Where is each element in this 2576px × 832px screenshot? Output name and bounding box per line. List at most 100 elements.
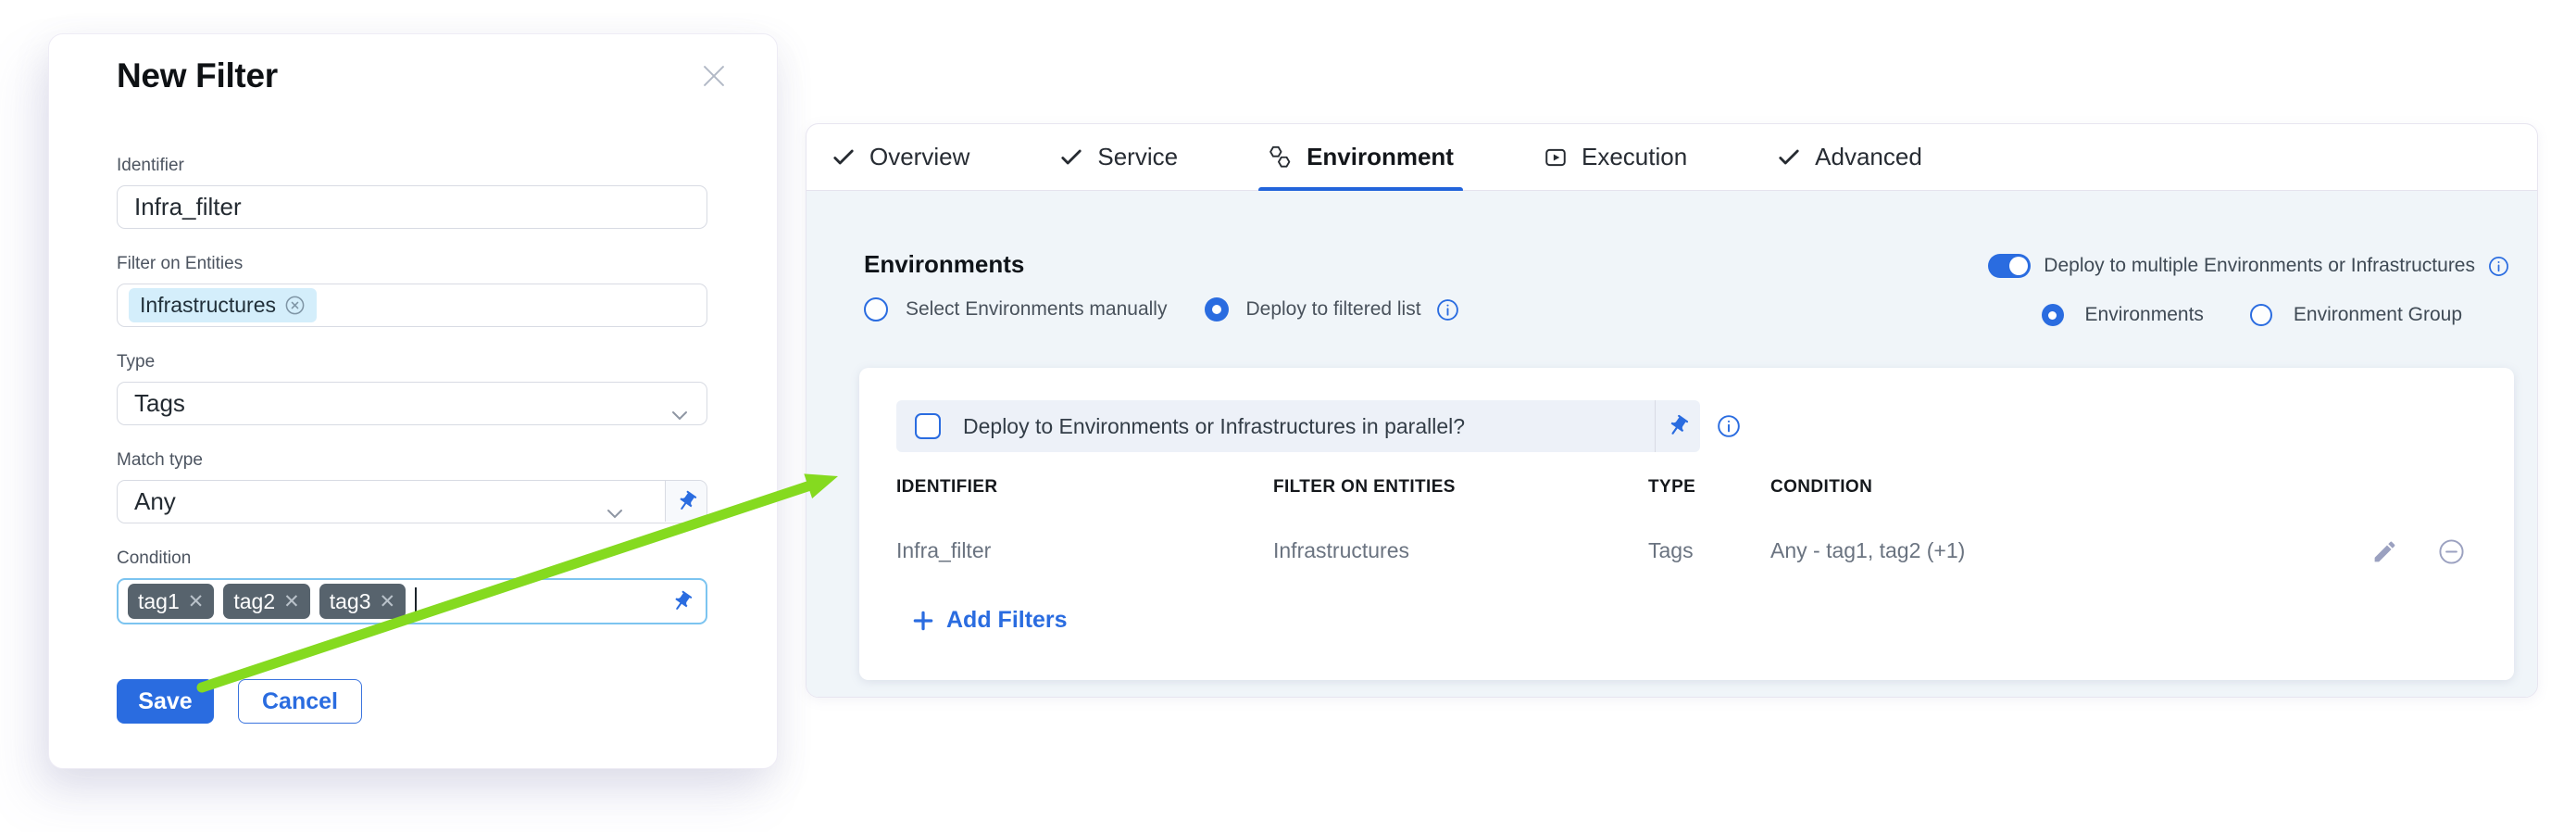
remove-minus-circle-icon[interactable] xyxy=(2438,538,2466,566)
tab-overview[interactable]: Overview xyxy=(832,124,969,191)
chevron-down-icon xyxy=(606,497,623,525)
entities-field-label-row: Filter on Entities xyxy=(117,254,707,274)
target-radio-group: Environments Environment Group xyxy=(2042,304,2462,326)
chevron-down-icon xyxy=(671,398,688,427)
pin-toggle-button[interactable] xyxy=(665,481,707,522)
entities-chip[interactable]: Infrastructures xyxy=(129,288,317,322)
condition-chip[interactable]: tag3 ✕ xyxy=(319,584,406,619)
chip-remove-icon[interactable]: ✕ xyxy=(283,592,300,611)
tab-execution[interactable]: Execution xyxy=(1544,124,1687,191)
dialog-title: New Filter xyxy=(117,57,278,95)
radio-deploy-filtered-list[interactable] xyxy=(1205,297,1229,321)
entities-chip-label: Infrastructures xyxy=(140,293,276,318)
info-icon[interactable] xyxy=(2488,256,2509,277)
multi-deploy-toggle[interactable] xyxy=(1988,254,2031,278)
entities-input[interactable]: Infrastructures xyxy=(117,284,707,327)
toggle-label: Deploy to multiple Environments or Infra… xyxy=(2044,255,2475,277)
identifier-field-label-row: Identifier xyxy=(117,156,707,176)
cell-filter-on-entities: Infrastructures xyxy=(1273,538,1648,563)
condition-field-label-row: Condition xyxy=(117,548,707,569)
pin-toggle-button[interactable] xyxy=(1656,414,1700,438)
radio-select-manually[interactable] xyxy=(864,297,888,321)
type-label: Type xyxy=(117,352,707,372)
radio-label: Select Environments manually xyxy=(906,298,1167,321)
column-header: TYPE xyxy=(1648,477,1770,498)
condition-chip-label: tag1 xyxy=(138,589,180,614)
pin-icon xyxy=(1666,414,1690,438)
tab-label: Environment xyxy=(1307,143,1454,171)
check-icon xyxy=(832,145,856,170)
save-button[interactable]: Save xyxy=(117,679,214,724)
close-icon[interactable] xyxy=(697,60,731,94)
pin-icon xyxy=(675,490,698,513)
type-value: Tags xyxy=(134,389,185,418)
dialog-actions: Save Cancel xyxy=(117,679,362,724)
match-type-field-label-row: Match type xyxy=(117,450,707,471)
plus-icon xyxy=(911,609,935,633)
deploy-mode-radio-group: Select Environments manually Deploy to f… xyxy=(864,297,1459,321)
tab-label: Advanced xyxy=(1815,143,1922,171)
condition-label: Condition xyxy=(117,548,707,569)
column-header: IDENTIFIER xyxy=(896,477,1273,498)
add-filters-button[interactable]: Add Filters xyxy=(911,607,1068,634)
check-icon xyxy=(1777,145,1801,170)
info-icon[interactable] xyxy=(1436,298,1459,321)
type-field-label-row: Type xyxy=(117,352,707,372)
section-heading: Environments xyxy=(864,250,1024,279)
edit-pencil-icon[interactable] xyxy=(2371,538,2399,566)
parallel-checkbox-label: Deploy to Environments or Infrastructure… xyxy=(963,414,1465,439)
table-row: Infra_filter Infrastructures Tags Any - … xyxy=(896,538,2375,563)
tab-label: Service xyxy=(1097,143,1178,171)
check-icon xyxy=(1059,145,1083,170)
pipeline-stage-panel: Overview Service Environment xyxy=(806,123,2538,698)
condition-chip[interactable]: tag1 ✕ xyxy=(128,584,214,619)
cell-condition: Any - tag1, tag2 (+1) xyxy=(1770,538,2375,563)
environment-hexagons-icon xyxy=(1268,145,1293,170)
pin-icon xyxy=(670,590,694,613)
tab-label: Execution xyxy=(1582,143,1687,171)
page: New Filter Identifier Infra_filter Filte… xyxy=(0,0,2576,832)
identifier-input[interactable]: Infra_filter xyxy=(117,185,707,229)
tab-advanced[interactable]: Advanced xyxy=(1777,124,1922,191)
column-header: CONDITION xyxy=(1770,477,2375,498)
new-filter-dialog: New Filter Identifier Infra_filter Filte… xyxy=(48,33,778,769)
radio-label: Deploy to filtered list xyxy=(1245,298,1420,321)
condition-chip-label: tag2 xyxy=(233,589,275,614)
column-header: FILTER ON ENTITIES xyxy=(1273,477,1648,498)
radio-label: Environments xyxy=(2085,304,2204,326)
identifier-label: Identifier xyxy=(117,156,707,176)
execution-play-icon xyxy=(1544,145,1568,170)
parallel-checkbox[interactable] xyxy=(915,413,941,439)
match-type-value: Any xyxy=(134,487,176,516)
tab-environment[interactable]: Environment xyxy=(1268,124,1454,191)
chip-remove-icon[interactable] xyxy=(284,295,306,316)
match-type-select[interactable]: Any xyxy=(117,480,707,523)
cell-type: Tags xyxy=(1648,538,1770,563)
identifier-value: Infra_filter xyxy=(134,193,242,221)
add-filters-label: Add Filters xyxy=(946,607,1068,634)
environment-tab-content: Environments Select Environments manuall… xyxy=(807,191,2537,697)
chip-remove-icon[interactable]: ✕ xyxy=(188,592,205,611)
entities-label: Filter on Entities xyxy=(117,254,707,274)
text-cursor xyxy=(415,587,417,615)
multi-deploy-toggle-row: Deploy to multiple Environments or Infra… xyxy=(1988,254,2509,278)
cell-identifier: Infra_filter xyxy=(896,538,1273,563)
condition-chip[interactable]: tag2 ✕ xyxy=(223,584,309,619)
condition-chip-label: tag3 xyxy=(330,589,371,614)
radio-label: Environment Group xyxy=(2294,304,2462,326)
pin-toggle-button[interactable] xyxy=(670,590,694,620)
radio-environment-group[interactable] xyxy=(2250,304,2272,326)
parallel-checkbox-bar: Deploy to Environments or Infrastructure… xyxy=(896,400,1700,452)
match-type-label: Match type xyxy=(117,450,707,471)
info-icon[interactable] xyxy=(1717,414,1741,438)
radio-environments[interactable] xyxy=(2042,304,2064,326)
chip-remove-icon[interactable]: ✕ xyxy=(380,592,396,611)
filters-table-header: IDENTIFIER FILTER ON ENTITIES TYPE CONDI… xyxy=(896,477,2375,498)
cancel-button[interactable]: Cancel xyxy=(238,679,362,724)
stage-tabs: Overview Service Environment xyxy=(807,124,2537,191)
tab-service[interactable]: Service xyxy=(1059,124,1178,191)
filtered-list-card: Deploy to Environments or Infrastructure… xyxy=(859,368,2514,680)
type-select[interactable]: Tags xyxy=(117,382,707,425)
tab-label: Overview xyxy=(869,143,969,171)
condition-tags-input[interactable]: tag1 ✕ tag2 ✕ tag3 ✕ xyxy=(117,578,707,624)
